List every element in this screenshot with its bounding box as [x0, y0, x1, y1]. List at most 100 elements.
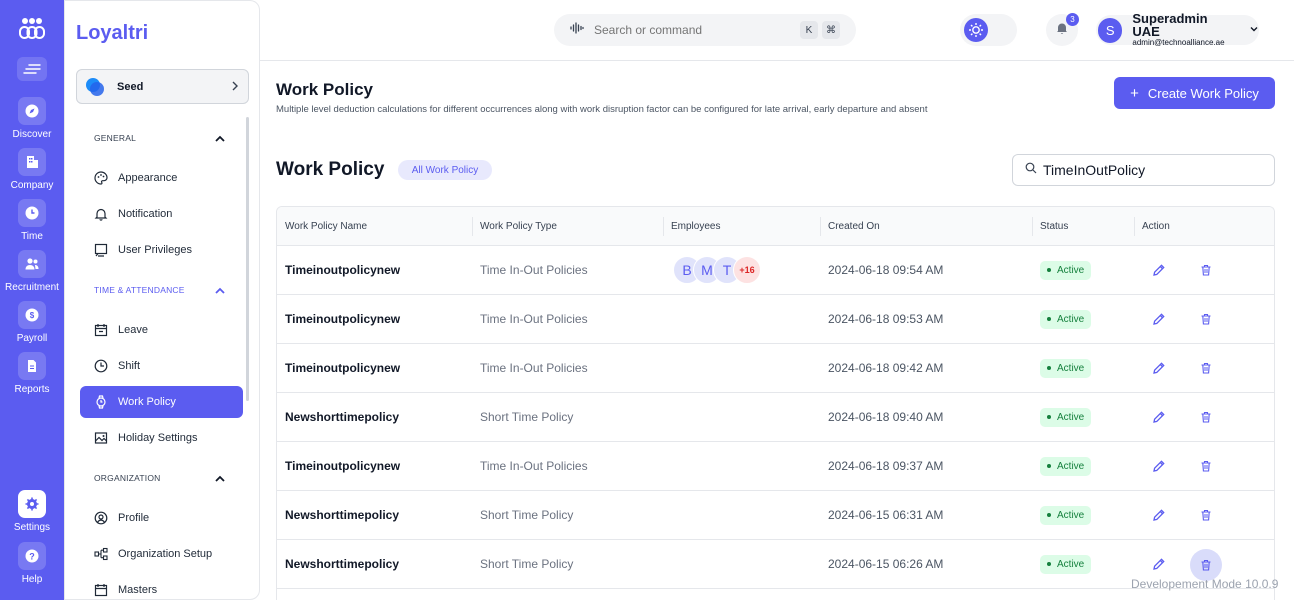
compass-icon	[18, 97, 46, 125]
rail-item-recruitment[interactable]: Recruitment	[0, 250, 64, 293]
sidebar-item-organization-setup[interactable]: Organization Setup	[80, 538, 243, 570]
sidebar-item-label: Leave	[118, 324, 148, 336]
theme-toggle[interactable]	[960, 14, 1017, 46]
header-employees[interactable]: Employees	[663, 207, 720, 246]
settings-sidebar: Loyaltri Seed GENERAL Appearance Notific…	[64, 0, 260, 600]
header-created-on[interactable]: Created On	[820, 207, 880, 246]
rail-item-help[interactable]: ? Help	[0, 542, 64, 585]
image-icon	[94, 431, 108, 445]
sidebar-item-user-privileges[interactable]: User Privileges	[80, 234, 243, 266]
chevron-up-icon[interactable]	[214, 284, 226, 296]
rail-item-settings[interactable]: Settings	[0, 490, 64, 533]
status-badge: Active	[1040, 554, 1092, 574]
status-badge: Active	[1040, 358, 1092, 378]
status-badge: Active	[1040, 309, 1092, 329]
sidebar-scrollbar[interactable]	[246, 117, 249, 401]
created-on: 2024-06-18 09:37 AM	[828, 459, 944, 473]
rail-item-discover[interactable]: Discover	[0, 97, 64, 140]
rail-label: Help	[21, 574, 43, 585]
organization-selector[interactable]: Seed	[76, 69, 249, 104]
create-button-label: Create Work Policy	[1147, 85, 1259, 101]
table-row[interactable]: Newshorttimepolicy Short Time Policy 202…	[277, 540, 1274, 589]
search-icon	[1025, 161, 1037, 179]
user-menu[interactable]: S Superadmin UAE admin@technoalliance.ae	[1096, 12, 1259, 47]
building-icon	[18, 148, 46, 176]
delete-icon[interactable]	[1198, 458, 1214, 474]
gear-icon	[18, 490, 46, 518]
table-row[interactable]: Newshorttimepolicy Short Time Policy 202…	[277, 491, 1274, 540]
delete-icon[interactable]	[1198, 262, 1214, 278]
sidebar-item-profile[interactable]: Profile	[80, 502, 243, 534]
table-row[interactable]: Timeinoutpolicynew Time In-Out Policies …	[277, 442, 1274, 491]
header-policy-name[interactable]: Work Policy Name	[277, 207, 367, 246]
delete-icon[interactable]	[1198, 360, 1214, 376]
delete-icon[interactable]	[1198, 507, 1214, 523]
dollar-icon: $	[18, 301, 46, 329]
sun-icon	[964, 18, 988, 42]
sidebar-item-holiday-settings[interactable]: Holiday Settings	[80, 422, 243, 454]
filter-pill-all[interactable]: All Work Policy	[398, 160, 492, 180]
edit-icon[interactable]	[1151, 262, 1167, 278]
sidebar-item-work-policy[interactable]: Work Policy	[80, 386, 243, 418]
calendar-icon	[94, 583, 108, 597]
table-search[interactable]	[1012, 154, 1275, 186]
sidebar-item-label: Appearance	[118, 172, 178, 184]
app-logo-icon[interactable]	[18, 16, 46, 40]
policy-name: Newshorttimepolicy	[285, 508, 400, 522]
voice-wave-icon[interactable]	[570, 21, 584, 39]
edit-icon[interactable]	[1151, 507, 1167, 523]
created-on: 2024-06-18 09:40 AM	[828, 410, 944, 424]
icon-rail: Discover Company Time Recruitment $ Payr…	[0, 0, 64, 600]
search-input[interactable]	[594, 23, 794, 37]
command-search[interactable]: K ⌘	[554, 14, 856, 46]
edit-icon[interactable]	[1151, 556, 1167, 572]
table-row[interactable]: Timeinoutpolicynew Time In-Out Policies …	[277, 344, 1274, 393]
sidebar-item-masters[interactable]: Masters	[80, 574, 243, 600]
policy-name: Timeinoutpolicynew	[285, 361, 401, 375]
user-email: admin@technoalliance.ae	[1132, 38, 1225, 47]
top-bar: K ⌘ 3 S Superadmin UAE admin@technoallia…	[260, 0, 1294, 61]
policy-name: Newshorttimepolicy	[285, 410, 400, 424]
rail-item-payroll[interactable]: $ Payroll	[0, 301, 64, 344]
status-badge: Active	[1040, 407, 1092, 427]
sidebar-item-leave[interactable]: Leave	[80, 314, 243, 346]
chevron-up-icon[interactable]	[214, 472, 226, 484]
question-icon: ?	[18, 542, 46, 570]
rail-item-reports[interactable]: Reports	[0, 352, 64, 395]
chevron-up-icon[interactable]	[214, 132, 226, 144]
edit-icon[interactable]	[1151, 458, 1167, 474]
status-badge: Active	[1040, 456, 1092, 476]
create-work-policy-button[interactable]: + Create Work Policy	[1114, 77, 1275, 109]
delete-icon[interactable]	[1198, 311, 1214, 327]
sidebar-item-appearance[interactable]: Appearance	[80, 162, 243, 194]
rail-item-company[interactable]: Company	[0, 148, 64, 191]
sidebar-item-label: Work Policy	[118, 396, 176, 408]
palette-icon	[94, 171, 108, 185]
table-row[interactable]: Newshorttimepolicy Short Time Policy 202…	[277, 393, 1274, 442]
more-employees-badge: +16	[733, 256, 761, 284]
rail-item-time[interactable]: Time	[0, 199, 64, 242]
policy-type: Short Time Policy	[480, 557, 574, 571]
sidebar-item-shift[interactable]: Shift	[80, 350, 243, 382]
sidebar-item-notification[interactable]: Notification	[80, 198, 243, 230]
edit-icon[interactable]	[1151, 409, 1167, 425]
policy-name: Timeinoutpolicynew	[285, 459, 401, 473]
edit-icon[interactable]	[1151, 311, 1167, 327]
policy-type: Time In-Out Policies	[480, 361, 588, 375]
edit-icon[interactable]	[1151, 360, 1167, 376]
sidebar-item-label: User Privileges	[118, 244, 192, 256]
clock-icon	[18, 199, 46, 227]
brand-name: Loyaltri	[76, 22, 149, 44]
table-search-input[interactable]	[1043, 162, 1263, 178]
menu-toggle-icon[interactable]	[17, 57, 47, 81]
created-on: 2024-06-18 09:42 AM	[828, 361, 944, 375]
header-status[interactable]: Status	[1032, 207, 1068, 246]
shortcut-key-k: K	[800, 21, 818, 39]
header-policy-type[interactable]: Work Policy Type	[472, 207, 557, 246]
users-icon	[18, 250, 46, 278]
chevron-down-icon	[1249, 21, 1259, 39]
sidebar-item-label: Organization Setup	[118, 548, 213, 560]
delete-icon[interactable]	[1198, 409, 1214, 425]
table-row[interactable]: Timeinoutpolicynew Time In-Out Policies …	[277, 295, 1274, 344]
table-row[interactable]: Timeinoutpolicynew Time In-Out Policies …	[277, 246, 1274, 295]
